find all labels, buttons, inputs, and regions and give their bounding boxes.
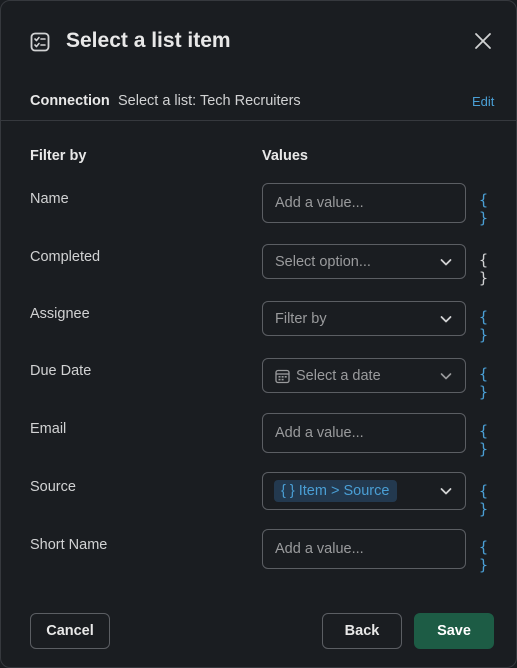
short-name-input[interactable]: Add a value... <box>262 529 466 569</box>
calendar-icon <box>275 368 290 383</box>
email-label: Email <box>30 421 67 437</box>
list-check-icon <box>30 32 50 52</box>
source-label: Source <box>30 479 76 495</box>
due-date-placeholder: Select a date <box>296 367 381 384</box>
due-date-label: Due Date <box>30 363 92 379</box>
filter-by-heading: Filter by <box>30 148 87 164</box>
completed-label: Completed <box>30 249 101 265</box>
email-placeholder: Add a value... <box>275 425 364 441</box>
short-name-placeholder: Add a value... <box>275 541 364 557</box>
dialog-title: Select a list item <box>66 29 231 52</box>
edit-connection-link[interactable]: Edit <box>472 94 494 109</box>
connection-row: Connection Select a list: Tech Recruiter… <box>1 83 516 121</box>
dialog-header: Select a list item <box>1 1 516 83</box>
source-select[interactable]: { } Item > Source <box>262 472 466 510</box>
close-icon[interactable] <box>472 30 494 52</box>
short-name-label: Short Name <box>30 537 108 553</box>
name-variable-braces-icon[interactable]: { } <box>473 191 495 227</box>
assignee-variable-braces-icon[interactable]: { } <box>473 308 495 344</box>
select-list-item-dialog: Select a list item Connection Select a l… <box>0 0 517 668</box>
chevron-down-icon <box>439 312 453 326</box>
back-button[interactable]: Back <box>322 613 402 649</box>
save-button[interactable]: Save <box>414 613 494 649</box>
assignee-label: Assignee <box>30 306 90 322</box>
chevron-down-icon <box>439 369 453 383</box>
completed-placeholder: Select option... <box>275 253 371 270</box>
completed-select[interactable]: Select option... <box>262 244 466 279</box>
completed-variable-braces-icon[interactable]: { } <box>473 251 495 287</box>
connection-label: Connection <box>30 93 110 109</box>
assignee-select[interactable]: Filter by <box>262 301 466 336</box>
name-input[interactable]: Add a value... <box>262 183 466 223</box>
email-input[interactable]: Add a value... <box>262 413 466 453</box>
connection-value: Select a list: Tech Recruiters <box>118 93 301 109</box>
values-heading: Values <box>262 148 308 164</box>
due-date-variable-braces-icon[interactable]: { } <box>473 365 495 401</box>
name-placeholder: Add a value... <box>275 195 364 211</box>
source-variable-braces-icon[interactable]: { } <box>473 482 495 518</box>
source-variable-token[interactable]: { } Item > Source <box>274 480 398 502</box>
short-name-variable-braces-icon[interactable]: { } <box>473 538 495 574</box>
due-date-picker[interactable]: Select a date <box>262 358 466 393</box>
cancel-button[interactable]: Cancel <box>30 613 110 649</box>
assignee-placeholder: Filter by <box>275 310 327 327</box>
name-label: Name <box>30 191 69 207</box>
chevron-down-icon <box>439 484 453 498</box>
chevron-down-icon <box>439 255 453 269</box>
email-variable-braces-icon[interactable]: { } <box>473 422 495 458</box>
